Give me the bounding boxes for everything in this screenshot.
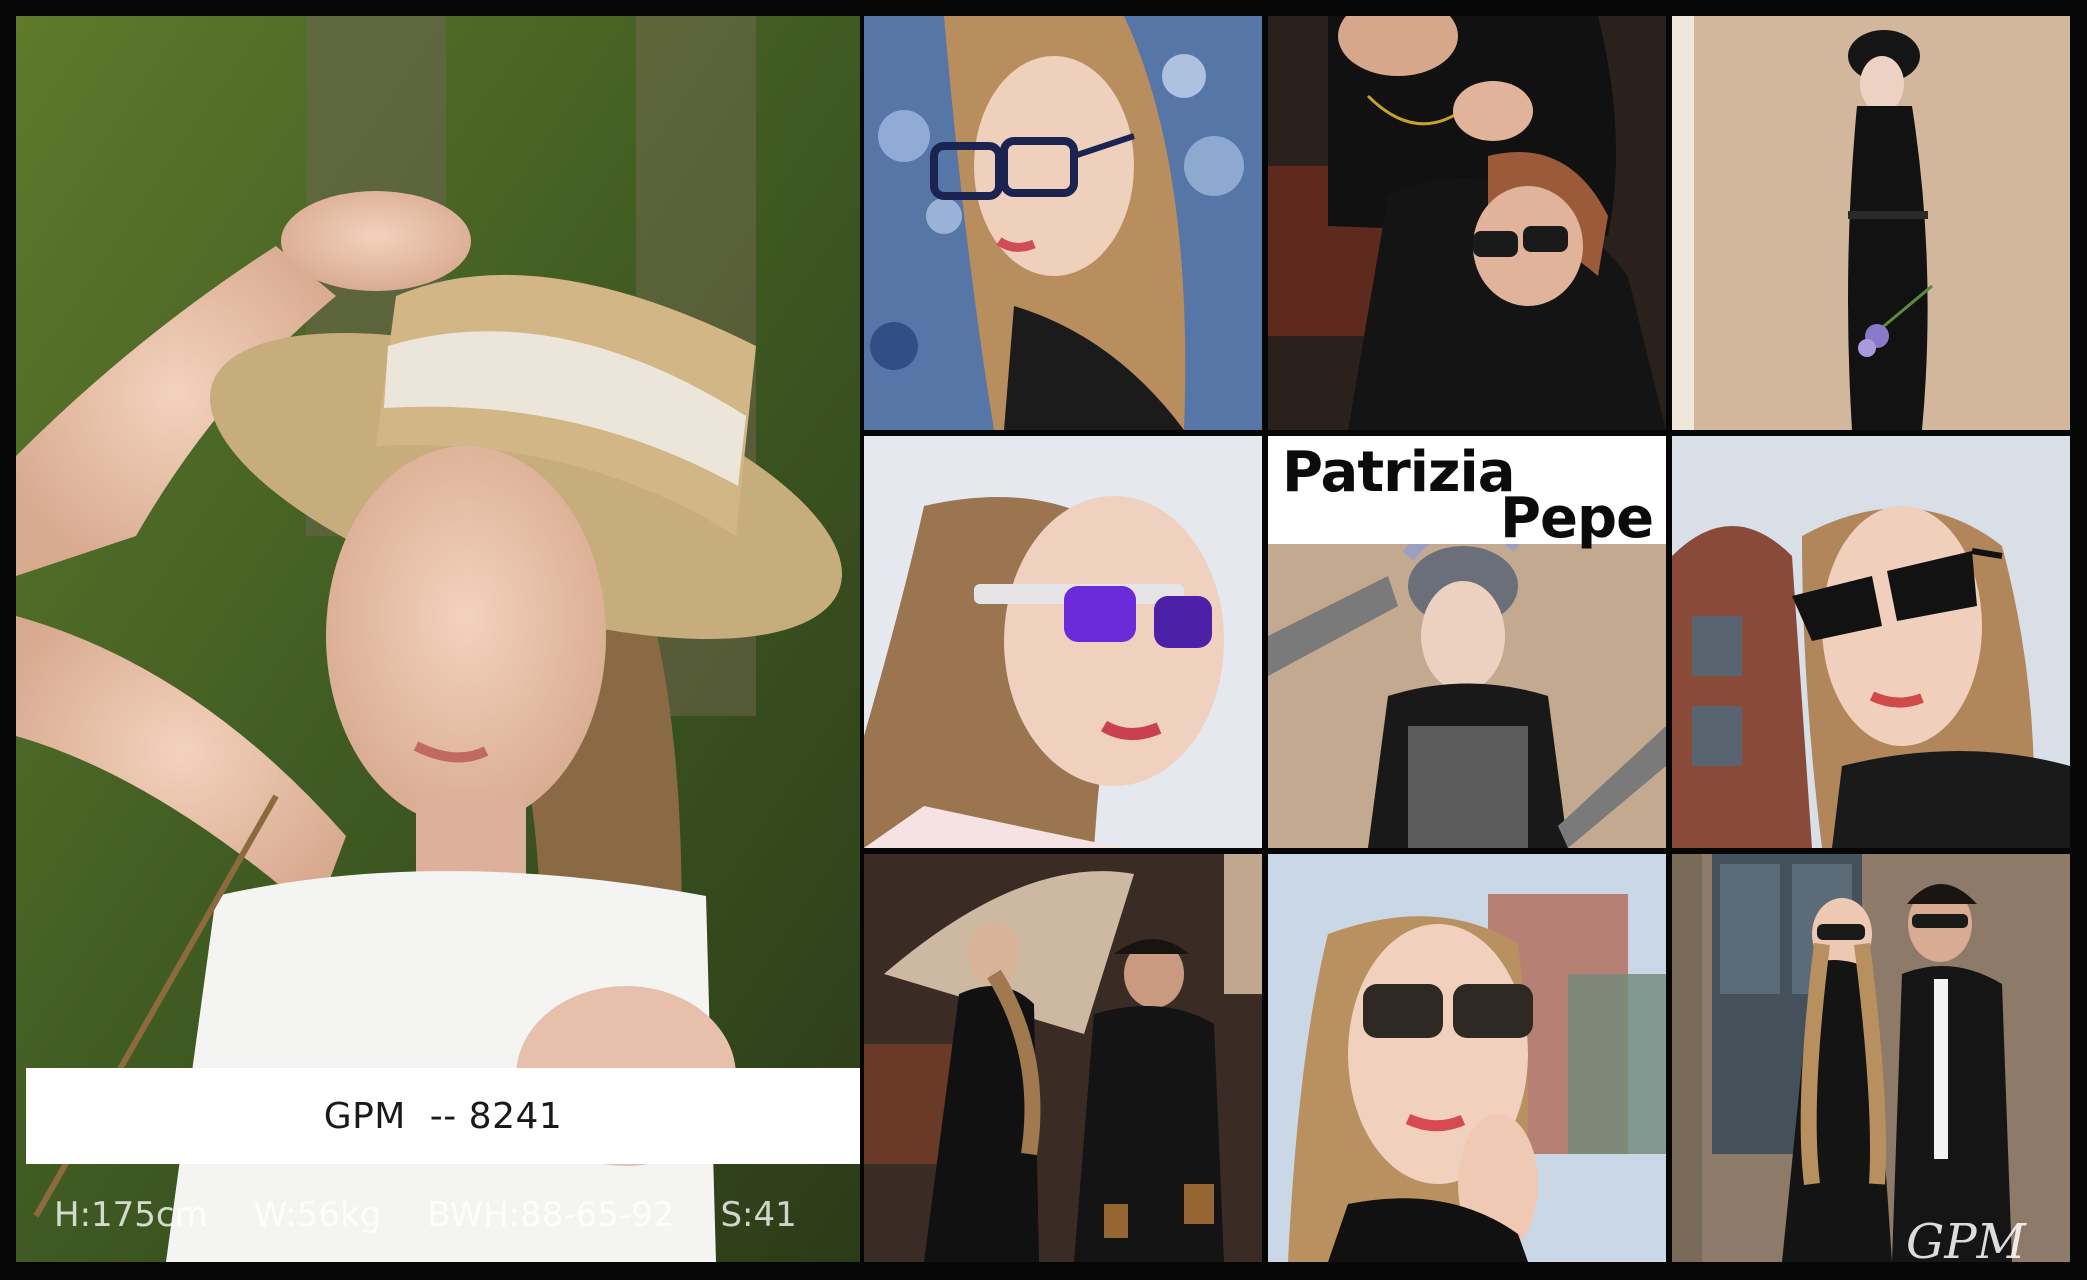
photo-couple-seated	[864, 854, 1262, 1262]
photo-cateye-sunglasses	[1672, 436, 2070, 848]
model-caption-box: GPM -- 8241	[26, 1068, 860, 1164]
brand-name-line1: Patrizia	[1282, 440, 1515, 505]
brand-banner: Patrizia Pepe	[1268, 436, 1666, 551]
spec-size: S:41	[720, 1195, 797, 1235]
photo-tortoise-sunglasses	[1268, 854, 1666, 1262]
model-code: GPM -- 8241	[323, 1095, 563, 1137]
photo-black-coat	[1672, 16, 2070, 430]
brand-name-line2: Pepe	[1500, 486, 1654, 551]
spec-weight: W:56kg	[253, 1195, 382, 1235]
spec-measurements: BWH:88-65-92	[427, 1195, 675, 1235]
photo-blue-glasses	[864, 16, 1262, 430]
photo-couple-dark	[1268, 16, 1666, 430]
signature-watermark: GPM	[1906, 1214, 2026, 1262]
photo-patrizia-pepe: Patrizia Pepe	[1268, 436, 1666, 848]
model-specs: H:175cm W:56kg BWH:88-65-92 S:41	[54, 1190, 844, 1240]
photo-couple-window: GPM	[1672, 854, 2070, 1262]
photo-purple-sunglasses	[864, 436, 1262, 848]
spec-height: H:175cm	[54, 1195, 208, 1235]
